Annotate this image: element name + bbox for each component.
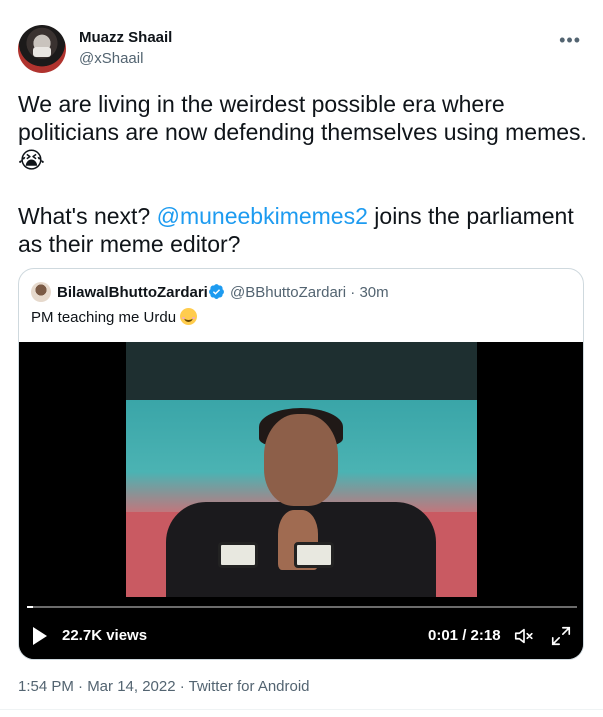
quoted-handle-time[interactable]: @BBhuttoZardari · 30m <box>230 284 389 301</box>
video-person-head <box>264 414 338 506</box>
microphone <box>218 542 258 568</box>
verified-badge-icon <box>209 284 224 299</box>
quoted-tweet-card[interactable]: BilawalBhuttoZardari @BBhuttoZardari · 3… <box>18 268 584 660</box>
video-time: 0:01 / 2:18 <box>428 627 501 644</box>
quoted-text-label: PM teaching me Urdu <box>31 309 177 326</box>
divider <box>0 709 603 710</box>
video-player[interactable]: 22.7K views 0:01 / 2:18 <box>19 342 583 659</box>
video-frame <box>126 342 477 597</box>
author-handle[interactable]: @xShaail <box>79 50 143 67</box>
avatar[interactable] <box>18 25 66 73</box>
smiling-emoji-icon <box>180 308 198 325</box>
quoted-avatar[interactable] <box>31 282 51 302</box>
tweet-paragraph-2: What's next? @muneebkimemes2 joins the p… <box>18 202 588 258</box>
video-progress-bar[interactable] <box>27 606 577 608</box>
video-progress-fill <box>27 606 33 608</box>
more-horizontal-icon[interactable]: ••• <box>559 30 581 51</box>
tweet-timestamp[interactable]: 1:54 PM · Mar 14, 2022 · Twitter for And… <box>18 678 310 695</box>
tweet-text: We are living in the weirdest possible e… <box>18 90 588 286</box>
muted-speaker-icon[interactable] <box>513 625 535 647</box>
quoted-text: PM teaching me Urdu <box>31 308 198 326</box>
video-views: 22.7K views <box>62 627 148 644</box>
author-display-name[interactable]: Muazz Shaail <box>79 29 172 46</box>
mention-link[interactable]: @muneebkimemes2 <box>157 203 368 229</box>
play-icon[interactable] <box>33 627 47 645</box>
fullscreen-icon[interactable] <box>550 625 572 647</box>
tweet-text-prefix: What's next? <box>18 203 157 229</box>
microphone <box>294 542 334 568</box>
tweet-paragraph-1: We are living in the weirdest possible e… <box>18 91 587 173</box>
quoted-display-name[interactable]: BilawalBhuttoZardari <box>57 284 208 301</box>
